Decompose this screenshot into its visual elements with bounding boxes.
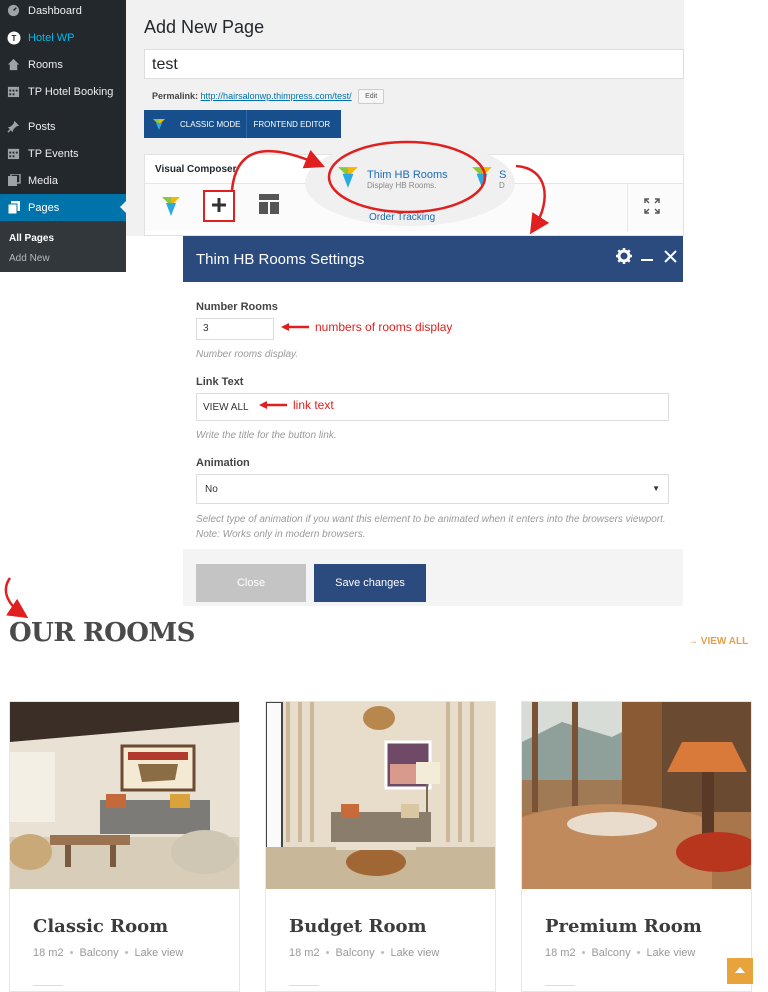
room-feature: Lake view [134,947,184,959]
divider [33,985,63,986]
animation-help: Select type of animation if you want thi… [196,514,666,540]
modal-header: Thim HB Rooms Settings [183,236,683,282]
room-name[interactable]: Premium Room [545,916,702,937]
modal-footer: Close Save changes [183,549,683,606]
arrow-plus-to-element [230,149,325,191]
annotation-text: link text [293,398,334,412]
room-card[interactable]: Premium Room 18 m2 • Balcony • Lake view [521,701,752,992]
room-image[interactable] [266,702,495,889]
room-name[interactable]: Classic Room [33,916,168,937]
view-all-link[interactable]: → VIEW ALL [688,636,748,647]
animation-select[interactable]: No ▼ [196,474,669,504]
room-card[interactable]: Classic Room 18 m2 • Balcony • Lake view [9,701,240,992]
room-image[interactable] [10,702,239,889]
gear-icon[interactable] [616,248,632,268]
modal-title: Thim HB Rooms Settings [196,251,365,268]
room-size: 18 m2 [545,947,576,959]
room-feature: Balcony [591,947,631,959]
number-rooms-help: Number rooms display. [196,349,299,360]
link-text-help: Write the title for the button link. [196,430,337,441]
chevron-down-icon: ▼ [652,484,660,493]
arrow-right-icon: → [688,636,698,647]
number-rooms-label: Number Rooms [196,301,278,313]
room-feature: Balcony [79,947,119,959]
divider [289,985,319,986]
room-feature: Lake view [390,947,440,959]
room-feature: Lake view [646,947,696,959]
scroll-to-top-button[interactable] [727,958,753,984]
room-card[interactable]: Budget Room 18 m2 • Balcony • Lake view [265,701,496,992]
arrow-element-to-settings [515,164,550,235]
room-meta: 18 m2 • Balcony • Lake view [33,947,183,959]
chevron-up-icon [735,966,745,977]
divider [545,985,575,986]
bullet-icon: • [124,947,129,959]
close-button[interactable]: Close [196,564,306,602]
room-size: 18 m2 [33,947,64,959]
animation-selected-value: No [205,484,218,495]
minimize-icon[interactable] [641,246,653,266]
left-arrow-icon [281,323,309,331]
room-feature: Balcony [335,947,375,959]
bullet-icon: • [380,947,385,959]
link-text-label: Link Text [196,376,244,388]
animation-label: Animation [196,457,250,469]
left-arrow-icon [259,401,287,409]
highlight-ellipse [327,140,487,214]
our-rooms-heading: OUR ROOMS [9,618,195,648]
room-meta: 18 m2 • Balcony • Lake view [545,947,695,959]
close-icon[interactable] [664,250,677,267]
number-rooms-input[interactable]: 3 [196,318,274,340]
annotation-link-text: link text [259,398,334,412]
room-image[interactable] [522,702,751,889]
annotation-text: numbers of rooms display [315,320,453,334]
settings-modal: Thim HB Rooms Settings Number Rooms 3 Nu… [183,236,683,606]
annotation-number-rooms: numbers of rooms display [281,320,452,334]
room-size: 18 m2 [289,947,320,959]
arrow-to-result [4,577,29,619]
room-meta: 18 m2 • Balcony • Lake view [289,947,439,959]
view-all-label: VIEW ALL [700,636,749,647]
save-changes-button[interactable]: Save changes [314,564,426,602]
room-name[interactable]: Budget Room [289,916,427,937]
bullet-icon: • [325,947,330,959]
bullet-icon: • [69,947,74,959]
bullet-icon: • [581,947,586,959]
bullet-icon: • [636,947,641,959]
